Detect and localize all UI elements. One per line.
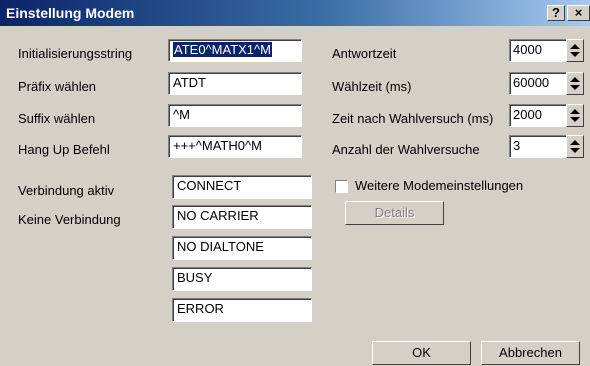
response-error-value: ERROR [177, 301, 224, 316]
response-no-dialtone-value: NO DIALTONE [177, 239, 264, 254]
dial-time-value: 60000 [513, 75, 550, 90]
retry-delay-input[interactable]: 2000 [509, 104, 567, 127]
answer-time-spinner[interactable] [566, 39, 584, 62]
spin-up-icon[interactable] [570, 109, 580, 114]
help-button[interactable]: ? [547, 5, 565, 21]
prefix-value: ATDT [173, 75, 206, 90]
retry-delay-label: Zeit nach Wahlversuch (ms) [332, 111, 494, 126]
init-string-input[interactable]: ATE0^MATX1^M [168, 39, 302, 62]
dialog-title: Einstellung Modem [6, 5, 135, 21]
retry-delay-spinner[interactable] [566, 104, 584, 127]
retry-count-value: 3 [513, 138, 521, 153]
response-error-input[interactable]: ERROR [172, 298, 312, 322]
response-connect-value: CONNECT [177, 178, 242, 193]
modem-settings-dialog: Einstellung Modem ? × Initialisierungsst… [0, 0, 590, 366]
prefix-input[interactable]: ATDT [168, 72, 302, 95]
spin-down-icon[interactable] [570, 52, 580, 57]
more-settings-checkbox[interactable] [335, 180, 348, 193]
suffix-value: ^M [173, 107, 190, 122]
close-button[interactable]: × [567, 5, 590, 21]
dial-time-spinner[interactable] [566, 72, 584, 95]
title-bar: Einstellung Modem ? × [0, 0, 590, 26]
spin-up-icon[interactable] [570, 44, 580, 49]
retry-count-input[interactable]: 3 [509, 135, 567, 158]
ok-button[interactable]: OK [372, 341, 471, 365]
response-no-carrier-input[interactable]: NO CARRIER [172, 205, 312, 229]
init-string-label: Initialisierungsstring [18, 46, 133, 61]
answer-time-value: 4000 [513, 42, 542, 57]
response-busy-input[interactable]: BUSY [172, 267, 312, 291]
spin-down-icon[interactable] [570, 85, 580, 90]
details-button[interactable]: Details [345, 201, 444, 225]
answer-time-label: Antwortzeit [332, 46, 397, 61]
retry-count-spinner[interactable] [566, 135, 584, 158]
suffix-input[interactable]: ^M [168, 104, 302, 127]
noconnect-label: Keine Verbindung [18, 212, 121, 227]
spin-up-icon[interactable] [570, 140, 580, 145]
dial-time-input[interactable]: 60000 [509, 72, 567, 95]
prefix-label: Präfix wählen [18, 79, 97, 94]
dial-time-label: Wählzeit (ms) [332, 79, 412, 94]
hangup-label: Hang Up Befehl [18, 142, 110, 157]
response-busy-value: BUSY [177, 270, 213, 285]
connect-label: Verbindung aktiv [18, 183, 115, 198]
response-connect-input[interactable]: CONNECT [172, 175, 312, 199]
response-no-dialtone-input[interactable]: NO DIALTONE [172, 236, 312, 260]
hangup-value: +++^MATH0^M [173, 138, 262, 153]
retry-count-label: Anzahl der Wahlversuche [332, 142, 480, 157]
spin-up-icon[interactable] [570, 77, 580, 82]
retry-delay-value: 2000 [513, 107, 542, 122]
cancel-button[interactable]: Abbrechen [481, 341, 580, 365]
hangup-input[interactable]: +++^MATH0^M [168, 135, 302, 158]
spin-down-icon[interactable] [570, 117, 580, 122]
response-no-carrier-value: NO CARRIER [177, 208, 259, 223]
answer-time-input[interactable]: 4000 [509, 39, 567, 62]
init-string-value: ATE0^MATX1^M [173, 42, 272, 57]
suffix-label: Suffix wählen [18, 111, 96, 126]
spin-down-icon[interactable] [570, 148, 580, 153]
more-settings-label: Weitere Modemeinstellungen [355, 178, 524, 193]
